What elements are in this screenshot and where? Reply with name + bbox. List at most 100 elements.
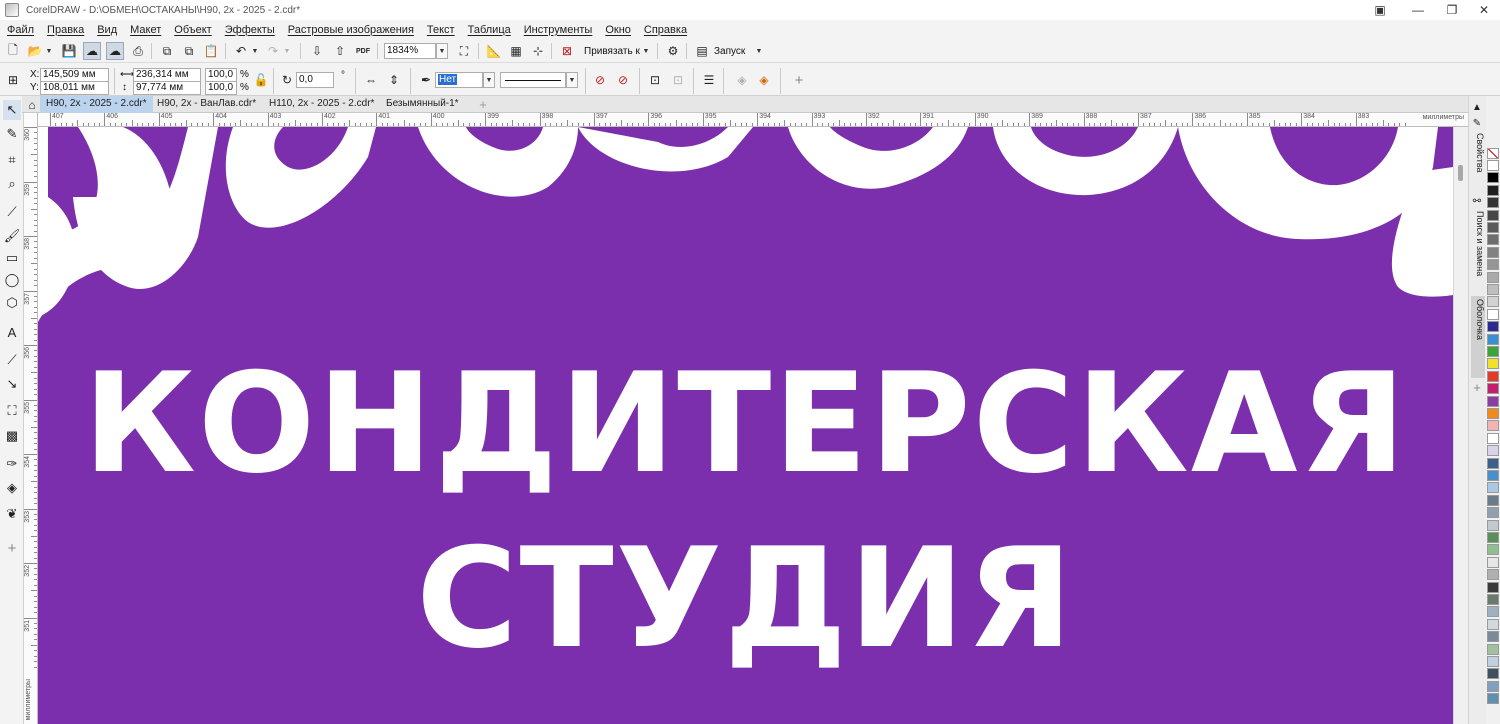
palette-swatch[interactable] bbox=[1487, 296, 1499, 308]
to-back-layer-icon[interactable]: ◈ bbox=[733, 71, 751, 89]
envelope-tool-icon[interactable]: ⛶ bbox=[3, 401, 21, 421]
redo-dropdown-arrow[interactable]: ▼ bbox=[281, 42, 293, 60]
palette-swatch[interactable] bbox=[1487, 470, 1499, 481]
add-property-icon[interactable]: + bbox=[790, 71, 808, 89]
undo-dropdown-arrow[interactable]: ▼ bbox=[249, 42, 261, 60]
menu-bitmaps[interactable]: Растровые изображения bbox=[284, 24, 419, 36]
palette-swatch[interactable] bbox=[1487, 395, 1499, 407]
palette-swatch[interactable] bbox=[1487, 184, 1499, 196]
palette-swatch[interactable] bbox=[1487, 370, 1499, 382]
height-field[interactable]: 97,774 мм bbox=[133, 81, 201, 95]
scale-x-field[interactable]: 100,0 bbox=[205, 68, 237, 82]
zoom-level-field[interactable]: 1834% bbox=[384, 43, 436, 59]
tab-document-3[interactable]: Н110, 2х - 2025 - 2.cdr* bbox=[263, 96, 380, 113]
wrap-text-off-icon[interactable]: ⊘ bbox=[591, 71, 609, 89]
rotation-icon[interactable]: ↻ bbox=[278, 71, 296, 89]
vertical-scrollbar[interactable] bbox=[1453, 127, 1468, 724]
ungroup-icon[interactable]: ⊡ bbox=[669, 71, 687, 89]
launch-dropdown-arrow[interactable]: ▼ bbox=[753, 43, 765, 59]
palette-swatch[interactable] bbox=[1487, 643, 1499, 655]
palette-swatch[interactable] bbox=[1487, 408, 1499, 419]
palette-swatch[interactable] bbox=[1487, 383, 1499, 395]
reference-point-icon[interactable]: ⊞ bbox=[4, 71, 22, 89]
open-dropdown-arrow[interactable]: ▼ bbox=[43, 42, 55, 60]
launch-app-icon[interactable]: ▤ bbox=[693, 42, 711, 60]
menu-text[interactable]: Текст bbox=[423, 24, 460, 36]
palette-swatch[interactable] bbox=[1487, 308, 1499, 320]
drawing-canvas[interactable]: КОНДИТЕРСКАЯ СТУДИЯ bbox=[38, 127, 1453, 724]
mirror-vertical-icon[interactable]: ⇕ bbox=[385, 71, 403, 89]
palette-swatch[interactable] bbox=[1487, 457, 1499, 469]
palette-swatch[interactable] bbox=[1487, 544, 1499, 556]
menu-table[interactable]: Таблица bbox=[464, 24, 516, 36]
tab-document-4[interactable]: Безымянный-1* bbox=[380, 96, 465, 113]
palette-swatch[interactable] bbox=[1487, 606, 1499, 618]
full-screen-icon[interactable]: ⛶ bbox=[455, 42, 473, 60]
mirror-horizontal-icon[interactable]: ⇔ bbox=[362, 71, 380, 89]
outline-width-field[interactable]: Нет bbox=[435, 72, 483, 88]
restore-button[interactable]: ❐ bbox=[1434, 0, 1470, 20]
shape-tool-icon[interactable]: ✎ bbox=[3, 124, 21, 144]
palette-swatch[interactable] bbox=[1487, 482, 1499, 494]
transparency-tool-icon[interactable]: ▩ bbox=[3, 426, 21, 446]
eyedropper-tool-icon[interactable]: ✑ bbox=[3, 454, 21, 474]
pdf-export-icon[interactable]: PDF bbox=[354, 42, 372, 60]
palette-swatch[interactable] bbox=[1487, 209, 1499, 221]
palette-swatch[interactable] bbox=[1487, 680, 1499, 692]
ellipse-tool-icon[interactable]: ◯ bbox=[3, 270, 21, 290]
redo-icon[interactable]: ↷ bbox=[264, 42, 282, 60]
menu-view[interactable]: Вид bbox=[93, 24, 122, 36]
palette-swatch[interactable] bbox=[1487, 160, 1499, 171]
docker-tab-properties[interactable]: Свойства bbox=[1471, 130, 1485, 176]
new-tab-icon[interactable]: + bbox=[474, 96, 492, 113]
menu-object[interactable]: Объект bbox=[170, 24, 216, 36]
launch-dropdown[interactable]: Запуск bbox=[714, 46, 745, 57]
palette-swatch[interactable] bbox=[1487, 631, 1499, 643]
palette-swatch[interactable] bbox=[1487, 346, 1499, 357]
zoom-dropdown-arrow[interactable]: ▼ bbox=[436, 43, 448, 59]
text-tool-icon[interactable]: A bbox=[3, 322, 21, 342]
palette-swatch[interactable] bbox=[1487, 532, 1499, 543]
palette-swatch[interactable] bbox=[1487, 693, 1499, 705]
palette-swatch[interactable] bbox=[1487, 656, 1499, 667]
palette-swatch[interactable] bbox=[1487, 519, 1499, 531]
artistic-media-icon[interactable]: 🖌 bbox=[3, 226, 21, 246]
palette-swatch[interactable] bbox=[1487, 259, 1499, 271]
palette-swatch[interactable] bbox=[1487, 246, 1499, 258]
palette-swatch[interactable] bbox=[1487, 420, 1499, 432]
palette-swatch[interactable] bbox=[1487, 618, 1499, 630]
palette-swatch[interactable] bbox=[1487, 172, 1499, 184]
tab-document-2[interactable]: Н90, 2х - ВанЛав.cdr* bbox=[151, 96, 262, 113]
show-guidelines-icon[interactable]: ⊹ bbox=[529, 42, 547, 60]
print-icon[interactable]: ⎙ bbox=[129, 42, 147, 60]
line-style-selector[interactable] bbox=[500, 72, 566, 88]
docker-tab-envelope[interactable]: Оболочка bbox=[1471, 296, 1485, 378]
panel-icon[interactable]: ▣ bbox=[1362, 0, 1398, 20]
add-tool-icon[interactable]: + bbox=[3, 538, 21, 558]
horizontal-ruler[interactable]: миллиметры 407 406 405 404 403 402 401 400 399 39… bbox=[38, 113, 1468, 127]
group-icon[interactable]: ⊡ bbox=[646, 71, 664, 89]
show-rulers-icon[interactable]: 📐 bbox=[485, 42, 503, 60]
tab-document-1[interactable]: Н90, 2х - 2025 - 2.cdr* bbox=[40, 96, 153, 113]
show-grid-icon[interactable]: ▦ bbox=[507, 42, 525, 60]
to-front-layer-icon[interactable]: ◈ bbox=[755, 71, 773, 89]
open-icon[interactable]: 📂 bbox=[26, 42, 44, 60]
docker-tab-find-replace[interactable]: Поиск и замена bbox=[1471, 208, 1485, 279]
freehand-tool-icon[interactable]: ⟋ bbox=[3, 202, 21, 222]
palette-swatch[interactable] bbox=[1487, 234, 1499, 246]
palette-swatch[interactable] bbox=[1487, 668, 1499, 680]
menu-file[interactable]: Файл bbox=[3, 24, 39, 36]
smart-fill-icon[interactable]: ❦ bbox=[3, 504, 21, 524]
palette-swatch[interactable] bbox=[1487, 222, 1499, 233]
add-docker-icon[interactable]: + bbox=[1469, 378, 1485, 396]
cloud-upload-icon[interactable]: ☁ bbox=[83, 42, 101, 60]
palette-swatch[interactable] bbox=[1487, 321, 1499, 333]
width-field[interactable]: 236,314 мм bbox=[133, 68, 201, 82]
copy-icon[interactable]: ⧉ bbox=[180, 42, 198, 60]
cloud-download-icon[interactable]: ☁ bbox=[106, 42, 124, 60]
minimize-button[interactable]: — bbox=[1400, 0, 1436, 20]
scrollbar-thumb[interactable] bbox=[1458, 165, 1463, 181]
palette-swatch[interactable] bbox=[1487, 284, 1499, 295]
palette-swatch[interactable] bbox=[1487, 432, 1499, 444]
scale-y-field[interactable]: 100,0 bbox=[205, 81, 237, 95]
